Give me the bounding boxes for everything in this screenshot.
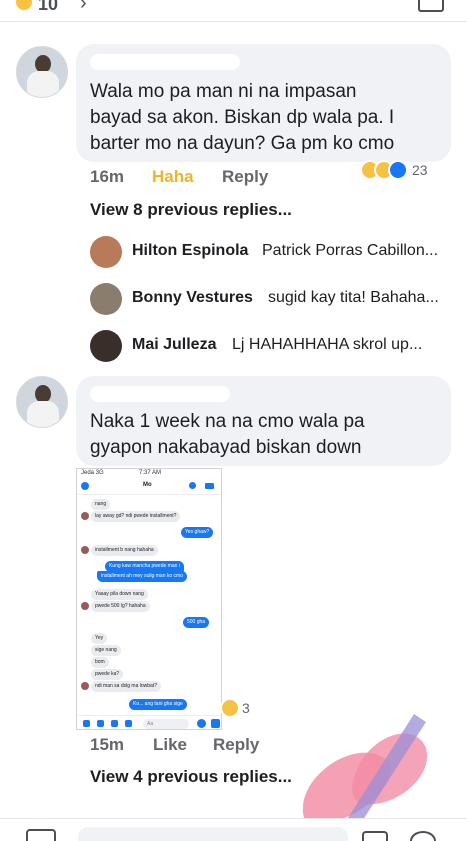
reply-author: Hilton Espinola: [132, 242, 249, 259]
chat-message: lay away gd? ndi pwede installment?: [91, 511, 181, 522]
comment-line: barter mo na dayun? Ga pm ko cmo: [90, 133, 395, 154]
reply-author: Mai Julleza: [132, 336, 217, 353]
chat-message: pwede 500 lg? hahaha: [91, 601, 150, 612]
avatar: [90, 236, 122, 268]
avatar[interactable]: [16, 46, 68, 98]
comment-line: gyapon nakabayad biskan down: [90, 437, 362, 458]
comment-line: bayad sa akon. Biskan dp wala pa. I: [90, 107, 395, 128]
camera-icon: [97, 720, 104, 727]
view-previous-replies[interactable]: View 8 previous replies...: [90, 200, 292, 220]
attached-screenshot[interactable]: Jeda 3G 7:37 AM Mo nang lay away gd? ndi…: [76, 468, 222, 730]
chat-message: Ko... ang tani gha sige: [129, 699, 187, 710]
reply-preview[interactable]: Mai Julleza Lj HAHAHHAHA skrol up...: [90, 330, 450, 362]
reaction-count[interactable]: 10: [38, 0, 58, 15]
avatar: [81, 602, 89, 610]
emoji-icon: [197, 719, 206, 728]
view-previous-replies[interactable]: View 4 previous replies...: [90, 767, 292, 787]
chat-message: Yey: [91, 633, 108, 644]
copy-icon[interactable]: [418, 0, 444, 12]
laugh-emoji-icon: [220, 698, 240, 718]
reply-preview[interactable]: Bonny Vestures sugid kay tita! Bahaha...: [90, 283, 450, 315]
camera-icon[interactable]: [26, 829, 56, 841]
sticker-icon[interactable]: [362, 831, 388, 841]
carrier-label: Jeda 3G: [81, 470, 104, 476]
redacted-name: [90, 54, 240, 70]
chat-message: sige nang: [91, 645, 121, 656]
comment-time: 15m: [90, 735, 125, 754]
reply-snippet: Patrick Porras Cabillon...: [262, 242, 439, 259]
comment-line: Naka 1 week na na cmo wala pa: [90, 411, 365, 432]
chat-message: bom: [91, 657, 109, 668]
chat-title: Mo: [143, 482, 152, 488]
avatar[interactable]: [16, 376, 68, 428]
reaction-total: 3: [242, 700, 250, 716]
image-icon: [111, 720, 118, 727]
comment-bubble[interactable]: Wala mo pa man ni na impasan bayad sa ak…: [76, 44, 451, 162]
chat-message: installment ah mey sulig man ko cmo: [97, 571, 187, 582]
chevron-right-icon[interactable]: ›: [80, 0, 87, 15]
chat-message: nang: [91, 499, 111, 510]
avatar: [81, 512, 89, 520]
avatar: [81, 546, 89, 554]
haha-button[interactable]: Haha: [152, 167, 194, 187]
back-icon: [81, 482, 89, 490]
reply-button[interactable]: Reply: [213, 735, 259, 755]
status-bar: Jeda 3G 7:37 AM: [77, 469, 221, 479]
chat-message: installment b nang hahaha: [91, 545, 158, 556]
chat-composer: Aa: [77, 715, 221, 729]
chat-message: pwede ka?: [91, 669, 124, 680]
reply-snippet: sugid kay tita! Bahaha...: [268, 289, 439, 306]
thumbs-up-icon: [211, 719, 220, 728]
video-icon: [205, 483, 214, 489]
reply-button[interactable]: Reply: [222, 167, 268, 187]
comment-bubble[interactable]: Naka 1 week na na cmo wala pa gyapon nak…: [76, 376, 451, 466]
reaction-summary[interactable]: 3: [220, 698, 260, 720]
comment-line: Wala mo pa man ni na impasan: [90, 81, 357, 102]
message-input: Aa: [143, 719, 189, 729]
emoji-icon[interactable]: [410, 831, 436, 841]
reply-author: Bonny Vestures: [132, 289, 253, 306]
top-reaction-strip: 10 ›: [0, 0, 467, 22]
like-emoji-icon: [388, 160, 408, 180]
call-icon: [189, 482, 196, 489]
chat-message: Yes ghaw?: [181, 527, 214, 538]
reply-snippet: Lj HAHAHHAHA skrol up...: [232, 336, 423, 353]
comment-time: 16m: [90, 167, 125, 186]
haha-reaction-icon: [14, 0, 34, 12]
chat-message: 500 gha: [183, 617, 210, 628]
avatar: [90, 330, 122, 362]
redacted-name: [90, 386, 230, 402]
reaction-total: 23: [412, 162, 428, 178]
avatar: [81, 682, 89, 690]
like-button[interactable]: Like: [153, 735, 187, 755]
mic-icon: [125, 720, 132, 727]
chat-message: Yaaay pila down nang: [91, 589, 148, 600]
chat-header: Mo: [77, 479, 221, 495]
reply-preview[interactable]: Hilton Espinola Patrick Porras Cabillon.…: [90, 236, 450, 268]
write-comment-input[interactable]: [78, 827, 348, 841]
comment-composer-bar: [0, 818, 467, 841]
status-time: 7:37 AM: [139, 470, 162, 476]
apps-icon: [83, 720, 90, 727]
chat-message: ndi man sa dslg ma lowbat?: [91, 681, 161, 692]
avatar: [90, 283, 122, 315]
reaction-summary[interactable]: 23: [360, 160, 450, 182]
